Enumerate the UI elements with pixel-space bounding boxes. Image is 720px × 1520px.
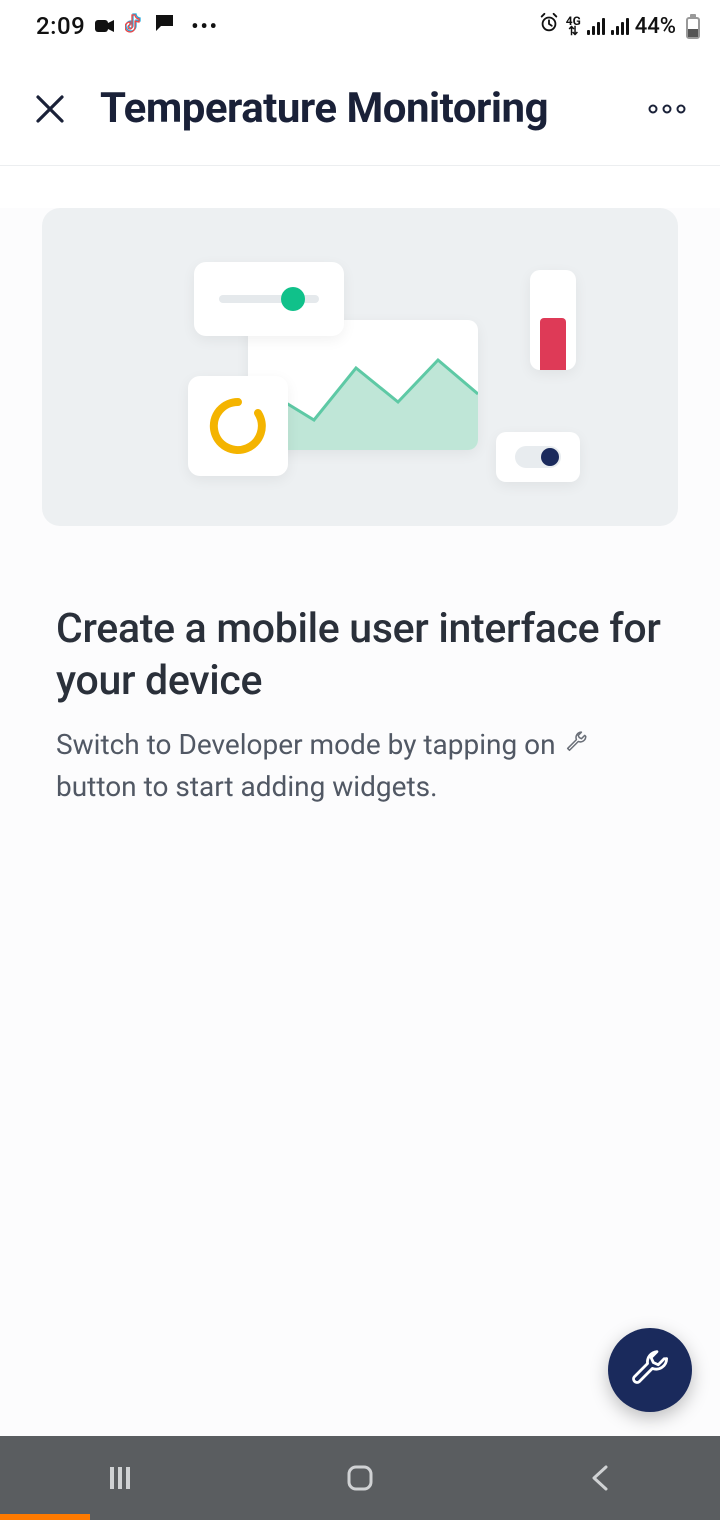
illustration-gauge-widget xyxy=(188,376,288,476)
status-time: 2:09 xyxy=(36,12,85,40)
battery-icon xyxy=(686,14,700,39)
more-button[interactable] xyxy=(642,87,692,131)
tiktok-icon xyxy=(125,13,143,39)
home-icon xyxy=(345,1463,375,1493)
instruction-text-after: button to start adding widgets. xyxy=(56,770,437,803)
chat-icon xyxy=(153,13,175,39)
headline-text: Create a mobile user interface for your … xyxy=(0,526,720,707)
back-icon xyxy=(588,1463,612,1493)
more-notifications-icon: ••• xyxy=(185,14,219,38)
status-left: 2:09 ••• xyxy=(36,12,219,40)
app-header: Temperature Monitoring xyxy=(0,52,720,166)
recents-icon xyxy=(106,1464,134,1492)
page-title: Temperature Monitoring xyxy=(72,84,642,133)
signal-bars-1-icon xyxy=(587,17,605,35)
battery-percent: 44% xyxy=(635,14,676,39)
status-right: 4G⇅ 44% xyxy=(538,12,700,40)
instruction-text-before: Switch to Developer mode by tapping on xyxy=(56,728,563,761)
content-area: Create a mobile user interface for your … xyxy=(0,208,720,1478)
illustration-slider-widget xyxy=(194,262,344,336)
more-icon xyxy=(648,104,686,114)
nav-indicator xyxy=(0,1514,90,1520)
instruction-text: Switch to Developer mode by tapping on b… xyxy=(0,707,720,805)
close-button[interactable] xyxy=(28,87,72,131)
close-icon xyxy=(32,91,68,127)
network-type: 4G⇅ xyxy=(566,16,581,36)
alarm-icon xyxy=(538,12,560,40)
illustration-toggle-widget xyxy=(496,432,580,482)
signal-bars-2-icon xyxy=(611,17,629,35)
android-nav-bar xyxy=(0,1436,720,1520)
illustration-bar-widget xyxy=(530,270,576,370)
nav-home-button[interactable] xyxy=(300,1453,420,1503)
status-bar: 2:09 ••• 4G⇅ 44% xyxy=(0,0,720,52)
wrench-inline-icon xyxy=(563,727,589,766)
hero-illustration xyxy=(42,208,678,526)
nav-back-button[interactable] xyxy=(540,1453,660,1503)
developer-mode-fab[interactable] xyxy=(608,1328,692,1412)
nav-recents-button[interactable] xyxy=(60,1453,180,1503)
wrench-icon xyxy=(629,1349,671,1391)
camera-icon xyxy=(95,14,115,39)
